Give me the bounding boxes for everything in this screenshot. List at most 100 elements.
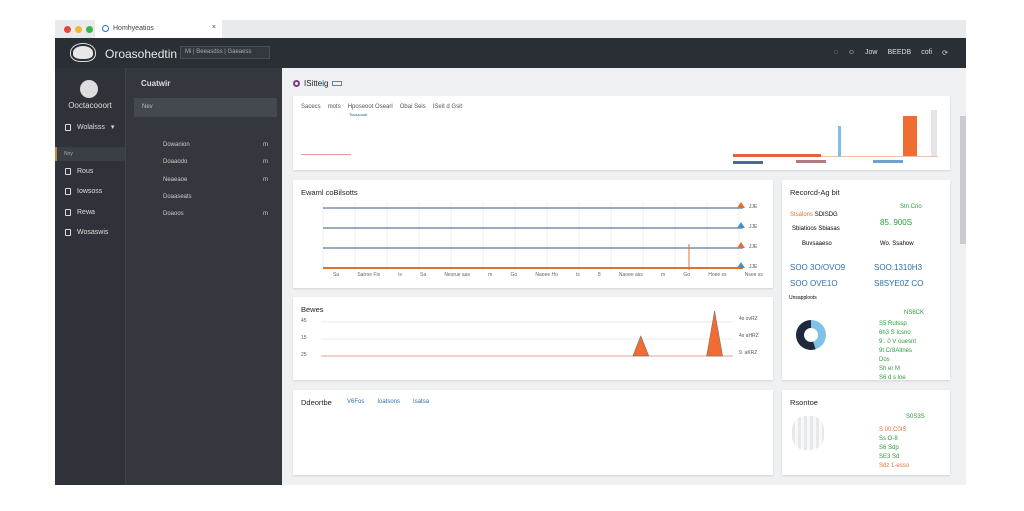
- list-item[interactable]: Doaaodo m: [163, 159, 268, 165]
- list-item-label: Neaeaoe: [163, 177, 188, 183]
- summary-bar: [733, 161, 763, 164]
- summary-bar: [931, 110, 937, 156]
- axis-label: JJE: [749, 204, 758, 210]
- records-label: Sbiatioos Sbiasas: [792, 226, 840, 232]
- summary-bar: [733, 154, 821, 157]
- stat-value: S8SYE0Z CO: [874, 279, 924, 288]
- summary-label: ISeit d Gsit: [432, 104, 463, 110]
- series-marker: [737, 222, 745, 228]
- trend-card: Ewaml coBilsotts JJE JJE JJE JJE Sa Satroe F…: [293, 180, 773, 288]
- user-icon[interactable]: ☺: [848, 49, 855, 57]
- reactor-line: S 00.C0IS: [879, 427, 907, 433]
- sidebar-item-label: Wosaswis: [77, 229, 109, 236]
- list-item[interactable]: Doaoos m: [163, 211, 268, 217]
- tab-item[interactable]: Isatsa: [413, 399, 429, 405]
- events-card: Bewes 45 4s ovRZ 15 4s aHRZ 25 9. aKRZ: [293, 297, 773, 380]
- header-action[interactable]: cofi: [921, 49, 932, 57]
- legend-item: 6h3 S Icsno: [879, 330, 911, 336]
- sidebar-item-label: Iowsoss: [77, 188, 103, 195]
- tab-item[interactable]: V6Fos: [347, 399, 364, 405]
- tab-bar: Homhyeatios ×: [55, 20, 966, 38]
- user-name: Ooctacooort: [68, 101, 112, 110]
- series-marker: [737, 262, 745, 268]
- badge-icon: [332, 81, 343, 86]
- x-tick-label: Naoee Ho: [535, 272, 558, 278]
- settings-icon[interactable]: ⟳: [942, 49, 948, 57]
- right-label: 4s ovRZ: [739, 316, 758, 322]
- list-item-label: Dowanion: [163, 142, 190, 148]
- reactor-head: S0S3S: [906, 414, 925, 420]
- chevron-down-icon: ▾: [110, 124, 115, 131]
- y-tick-label: 25: [301, 352, 307, 358]
- x-tick-label: Go: [510, 272, 518, 278]
- x-tick-label: Nesrue aas: [444, 272, 470, 278]
- records-label: Stn Crio: [900, 204, 922, 210]
- reactor-line: SE3 Sd: [879, 454, 900, 460]
- menu-icon: [65, 209, 71, 216]
- close-tab-icon[interactable]: ×: [212, 24, 216, 31]
- sidebar-item[interactable]: Rewa: [65, 209, 95, 216]
- list-item[interactable]: Dowanion m: [163, 142, 268, 148]
- records-card: Recorcd-Ag bit Stn Crio Stsalons SDISDG …: [782, 180, 950, 383]
- reactor-list: S 00.C0IS Ss O-8 S6 Sdp SE3 Sd Sdz 1-esso: [879, 426, 909, 471]
- menu-icon: [65, 229, 71, 236]
- axis-label: JJE: [749, 264, 758, 270]
- summary-bar: [873, 160, 903, 163]
- series-marker: [737, 242, 745, 248]
- summary-label: Obai Sels: [399, 104, 426, 110]
- sidebar-selected-item[interactable]: Noy: [55, 147, 125, 161]
- x-tick-label: is: [576, 272, 580, 278]
- header-action[interactable]: BEEDB: [887, 49, 911, 57]
- y-tick-label: 15: [301, 335, 307, 341]
- app-header: Oroasohedtin Mi | Beeasdss | Gaeaess ◌ ☺ …: [55, 38, 966, 68]
- summary-label: Sacecs: [301, 104, 321, 110]
- header-action[interactable]: Jow: [865, 49, 877, 57]
- summary-bar: [796, 160, 826, 163]
- list-item-label: Doaaseats: [163, 194, 192, 200]
- site-icon: [102, 25, 109, 32]
- header-search[interactable]: Mi | Beeasdss | Gaeaess: [180, 46, 270, 59]
- card-title: Recorcd-Ag bit: [790, 188, 840, 197]
- summary-card: Sacecs mots Hposeoot Osearl Obai Sels ISeit …: [293, 96, 950, 170]
- events-chart: [321, 310, 733, 357]
- list-item[interactable]: Neaeaoe m: [163, 177, 268, 183]
- maximize-window-button[interactable]: [86, 26, 93, 33]
- sidebar-item[interactable]: Iowsoss: [65, 188, 102, 195]
- x-tick-label: Hoee ss: [708, 272, 727, 278]
- records-label: Buvsaaeso: [802, 241, 832, 247]
- trend-x-axis: Sa Satroe Fis is Sa Nesrue aas m Go Naoee Ho is 8…: [333, 272, 763, 278]
- list-item[interactable]: Doaaseats: [163, 194, 268, 200]
- browser-tab[interactable]: Homhyeatios ×: [95, 20, 222, 38]
- x-tick-label: is: [398, 272, 402, 278]
- sidebar-item-label: Wolalsss: [77, 123, 105, 131]
- minimize-window-button[interactable]: [75, 26, 82, 33]
- x-tick-label: Sa: [420, 272, 427, 278]
- page-icon: [293, 80, 300, 87]
- records-value: SDISDG: [814, 212, 838, 218]
- axis-label: JJE: [749, 224, 758, 230]
- sidebar-item[interactable]: Wolalsss ▾: [65, 123, 114, 131]
- sidebar-item[interactable]: Wosaswis: [65, 229, 108, 236]
- stat-value: SOO.1310H3: [874, 263, 923, 272]
- sidebar-item-label: Rous: [77, 168, 94, 175]
- x-tick-label: m: [488, 272, 493, 278]
- records-main-value: 85. 900S: [880, 218, 913, 227]
- legend-list: S5 Rutssp 6h3 S Icsno 9:. 0 V ouesnt 9t Cr8…: [879, 320, 916, 383]
- refresh-icon[interactable]: ◌: [834, 49, 838, 57]
- stat-value: SOO OVE1O: [790, 279, 838, 288]
- subpanel-search[interactable]: Nev: [134, 98, 277, 117]
- menu-icon: [65, 168, 71, 175]
- list-item-badge: m: [263, 142, 268, 148]
- menu-icon: [65, 188, 71, 195]
- legend-item: Sh er M: [879, 366, 901, 372]
- scrollbar[interactable]: [960, 116, 966, 244]
- close-window-button[interactable]: [64, 26, 71, 33]
- sidebar-item[interactable]: Rous: [65, 168, 93, 175]
- page-title: ISitteig: [304, 79, 329, 88]
- main-content: ISitteig Sacecs mots Hposeoot Osearl Obai S…: [282, 68, 966, 485]
- list-item-label: Doaoos: [163, 211, 184, 217]
- summary-bar: [838, 126, 841, 157]
- y-tick-label: 45: [301, 318, 307, 324]
- tab-item[interactable]: Ioatsons: [377, 399, 400, 405]
- legend-item: 9t Cr8Aitnes: [879, 348, 913, 354]
